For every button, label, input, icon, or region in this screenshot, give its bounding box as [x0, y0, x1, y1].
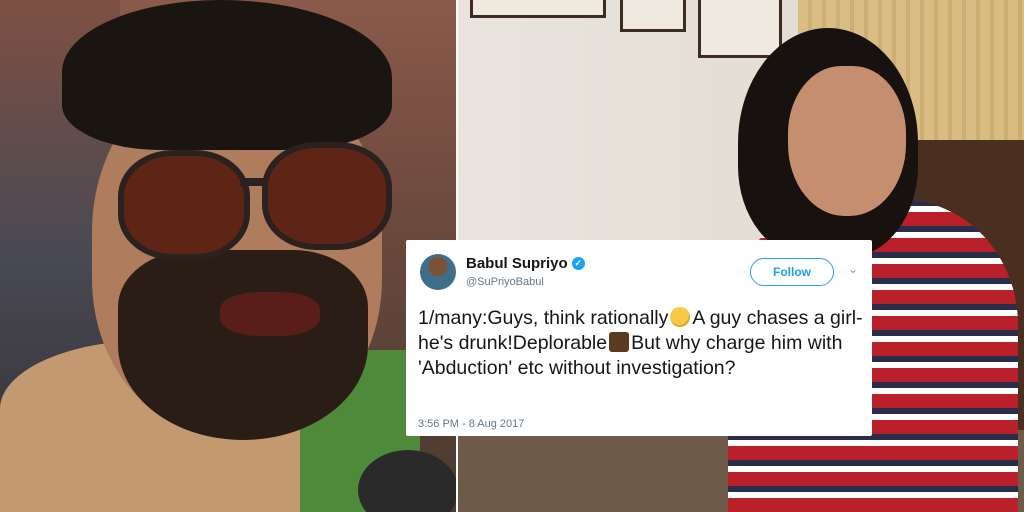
man-beard: [118, 250, 368, 440]
wall-frame: [470, 0, 606, 18]
user-name-text[interactable]: Babul Supriyo: [466, 255, 568, 272]
tweet-text: 1/many:Guys, think rationally A guy chase…: [418, 306, 864, 381]
user-handle[interactable]: @SuPriyoBabul: [466, 276, 544, 288]
man-mouth: [220, 292, 320, 336]
user-name[interactable]: Babul Supriyo ✓: [466, 255, 585, 272]
sunglasses-left-lens: [118, 150, 250, 260]
wall-frame: [620, 0, 686, 32]
tweet-timestamp[interactable]: 3:56 PM - 8 Aug 2017: [418, 418, 524, 430]
verified-badge-icon: ✓: [571, 257, 585, 270]
wall-frame: [698, 0, 782, 58]
sunglasses-right-lens: [262, 142, 392, 250]
tweet-text-part-1: 1/many:Guys, think rationally: [418, 307, 669, 329]
thinking-face-icon: [670, 307, 691, 327]
chevron-down-icon[interactable]: ⌄: [848, 262, 858, 276]
sunglasses-bridge: [240, 178, 266, 186]
thumbs-down-icon: [609, 332, 630, 352]
follow-button[interactable]: Follow: [750, 258, 834, 286]
tweet-card: Babul Supriyo ✓ @SuPriyoBabul Follow ⌄ 1…: [406, 240, 872, 436]
woman-face: [788, 66, 906, 216]
man-hair: [62, 0, 392, 150]
avatar[interactable]: [420, 254, 456, 290]
left-photo: [0, 0, 456, 512]
